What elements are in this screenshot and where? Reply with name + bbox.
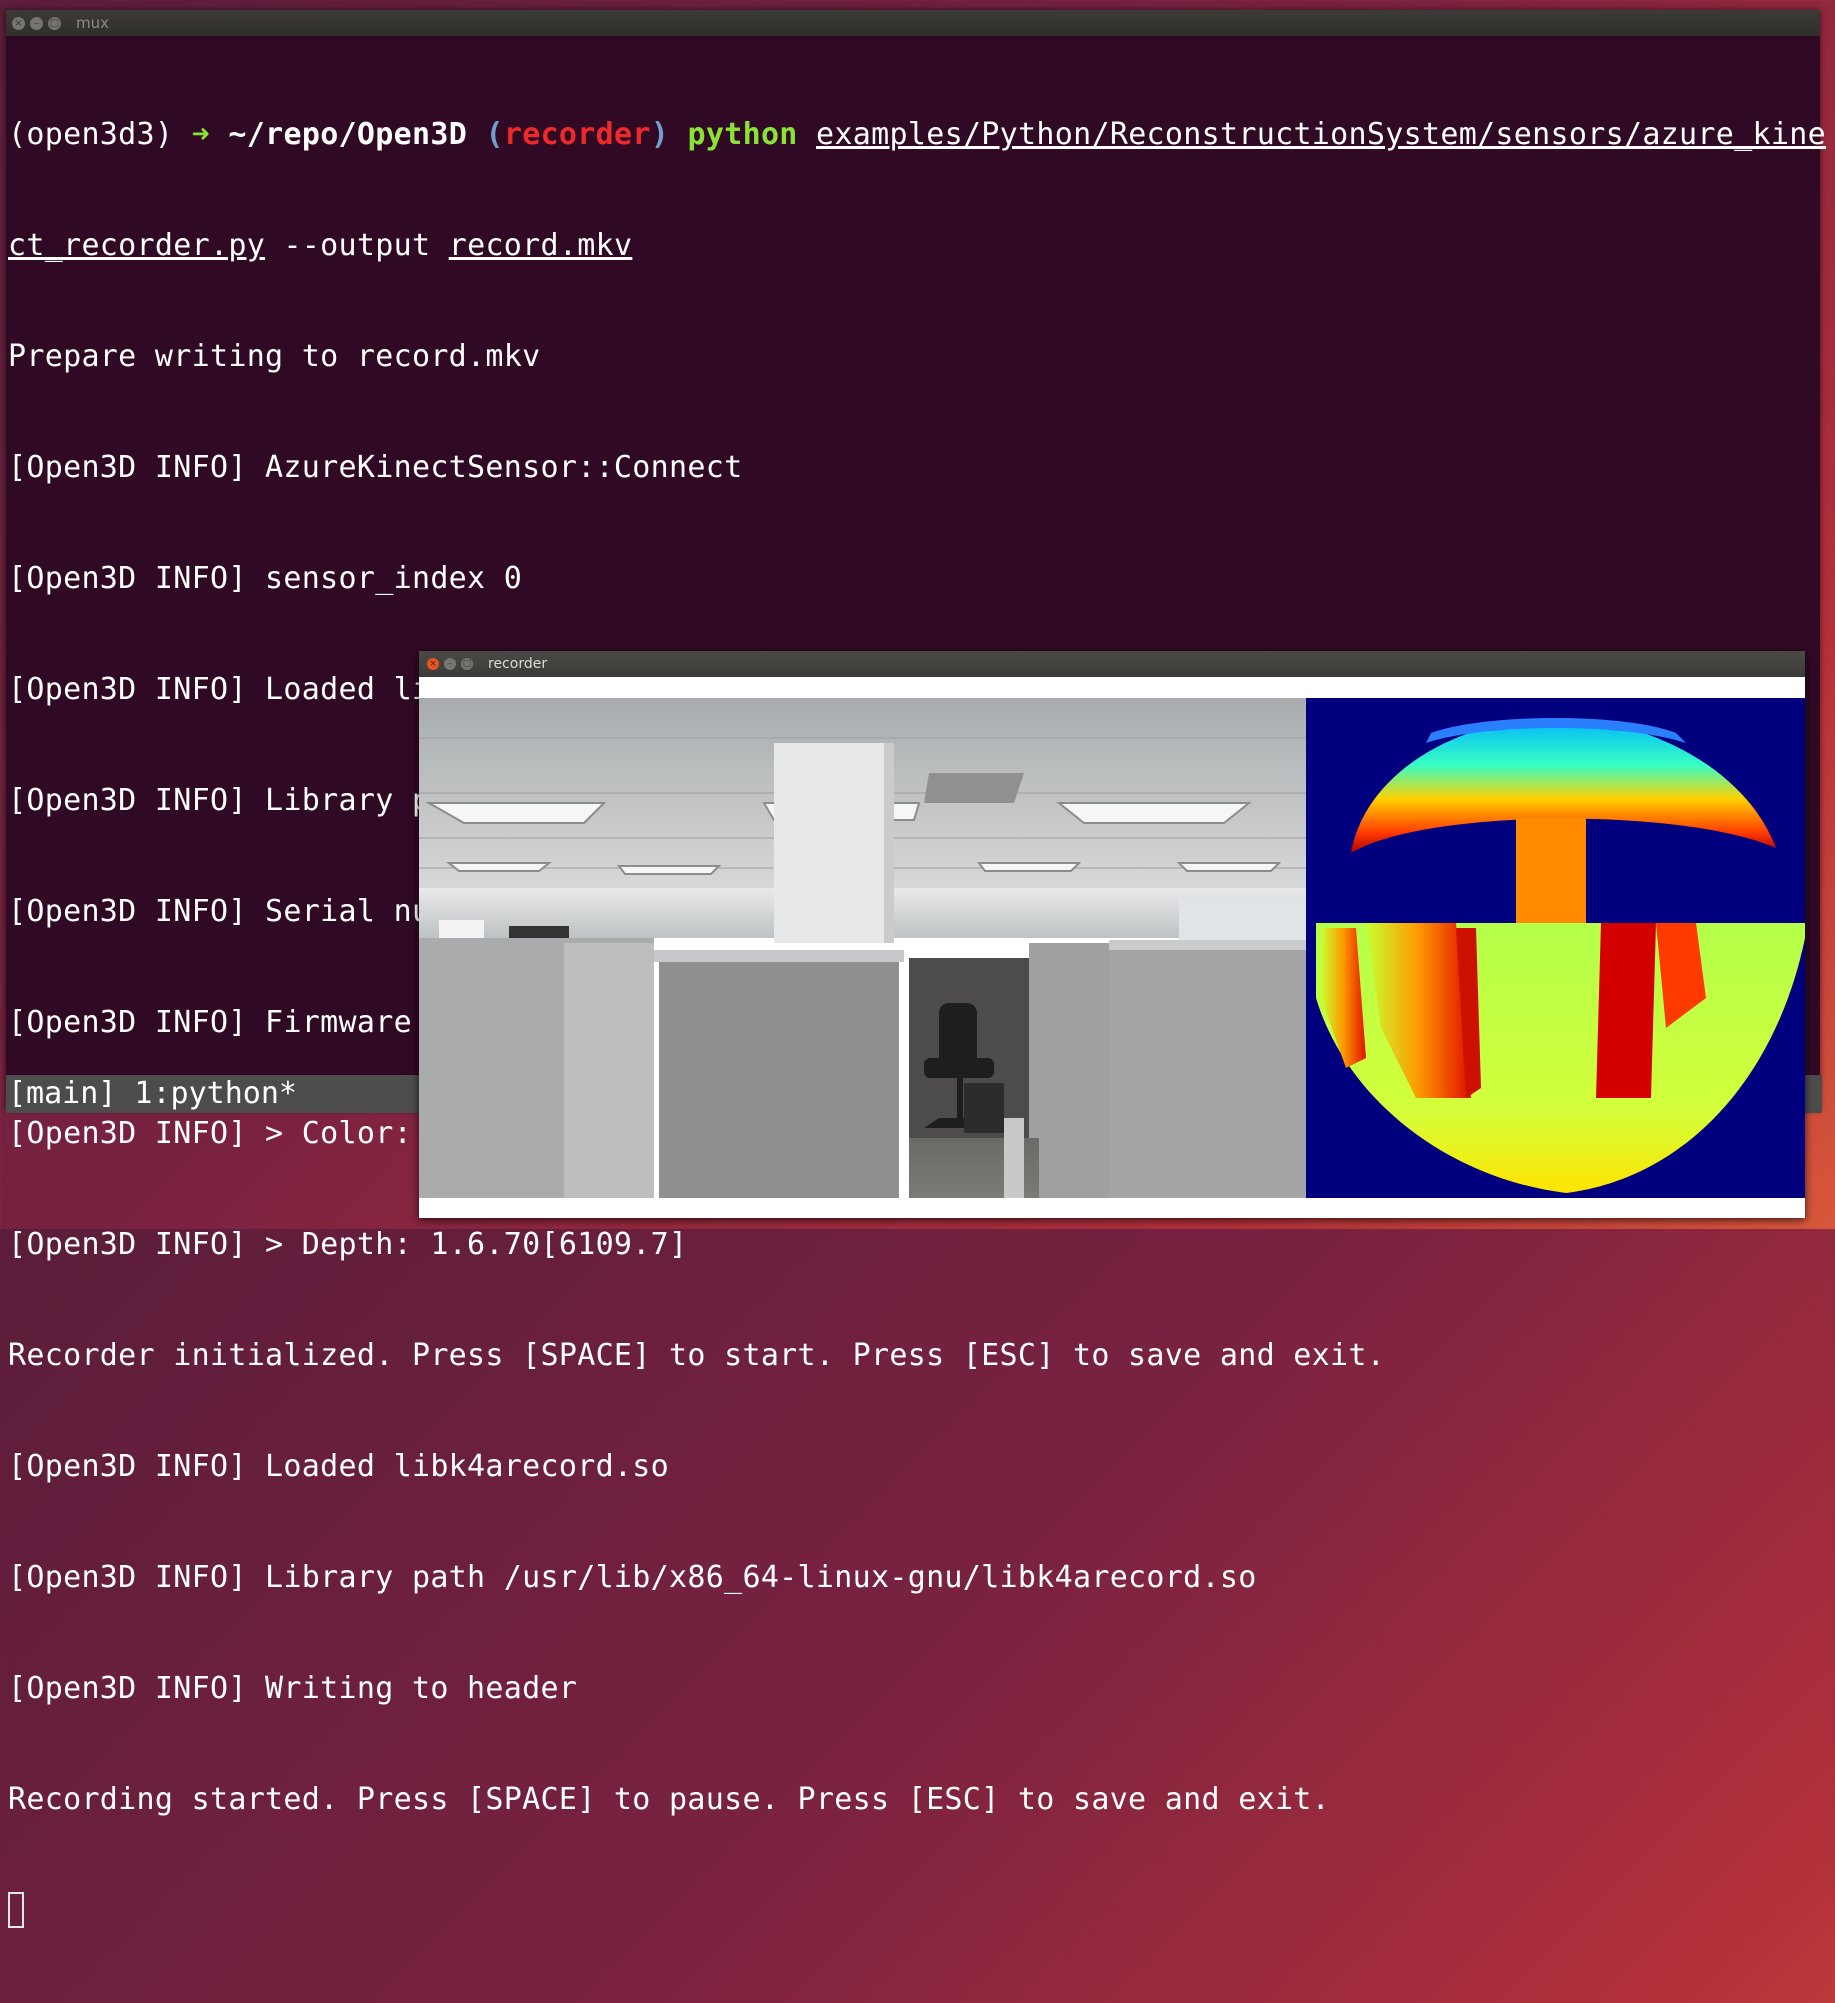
output-line: [Open3D INFO] AzureKinectSensor::Connect <box>8 450 743 485</box>
recorder-titlebar[interactable]: × – □ recorder <box>419 651 1805 677</box>
prompt-line: (open3d3) ➜ ~/repo/Open3D (recorder) pyt… <box>8 116 1826 153</box>
minimize-icon[interactable]: – <box>30 16 43 30</box>
recorder-title: recorder <box>488 656 548 672</box>
output-line: [Open3D INFO] > Depth: 1.6.70[6109.7] <box>8 1227 688 1262</box>
recorder-canvas <box>419 698 1805 1198</box>
terminal-cursor <box>8 1892 24 1928</box>
prompt-env: (open3d3) <box>8 117 174 152</box>
color-camera-view <box>419 698 1306 1198</box>
recorder-window[interactable]: × – □ recorder <box>419 651 1805 1218</box>
close-icon[interactable]: × <box>12 16 25 30</box>
output-line: Prepare writing to record.mkv <box>8 339 541 374</box>
close-icon[interactable]: × <box>427 658 439 670</box>
prompt-flag: --output <box>283 228 431 263</box>
cursor-line <box>8 1892 1818 1929</box>
prompt-command: python <box>687 117 798 152</box>
terminal-titlebar[interactable]: × – □ mux <box>6 10 1820 36</box>
prompt-script-path: examples/Python/ReconstructionSystem/sen… <box>816 117 1826 152</box>
depth-camera-view <box>1306 698 1805 1198</box>
prompt-branch-open: ( <box>485 117 504 152</box>
prompt-path: ~/repo/Open3D <box>228 117 468 152</box>
prompt-line-continued: ct_recorder.py --output record.mkv <box>8 227 1818 264</box>
prompt-output-file: record.mkv <box>448 228 633 263</box>
output-line: [Open3D INFO] Loaded libk4arecord.so <box>8 1449 670 1484</box>
prompt-branch: recorder <box>503 117 651 152</box>
output-line: [Open3D INFO] sensor_index 0 <box>8 561 523 596</box>
office-scene-image <box>419 698 1306 1198</box>
maximize-icon[interactable]: □ <box>461 658 473 670</box>
minimize-icon[interactable]: – <box>444 658 456 670</box>
maximize-icon[interactable]: □ <box>48 16 61 30</box>
output-line: Recorder initialized. Press [SPACE] to s… <box>8 1338 1386 1373</box>
output-line: [Open3D INFO] Writing to header <box>8 1671 578 1706</box>
output-line: [Open3D INFO] Library path /usr/lib/x86_… <box>8 1560 1257 1595</box>
prompt-arrow: ➜ <box>191 117 211 152</box>
depth-map-image <box>1306 698 1805 1198</box>
output-line: Recording started. Press [SPACE] to paus… <box>8 1782 1331 1817</box>
terminal-title: mux <box>76 14 109 32</box>
prompt-script-path-tail: ct_recorder.py <box>8 228 266 263</box>
prompt-branch-close: ) <box>650 117 670 152</box>
